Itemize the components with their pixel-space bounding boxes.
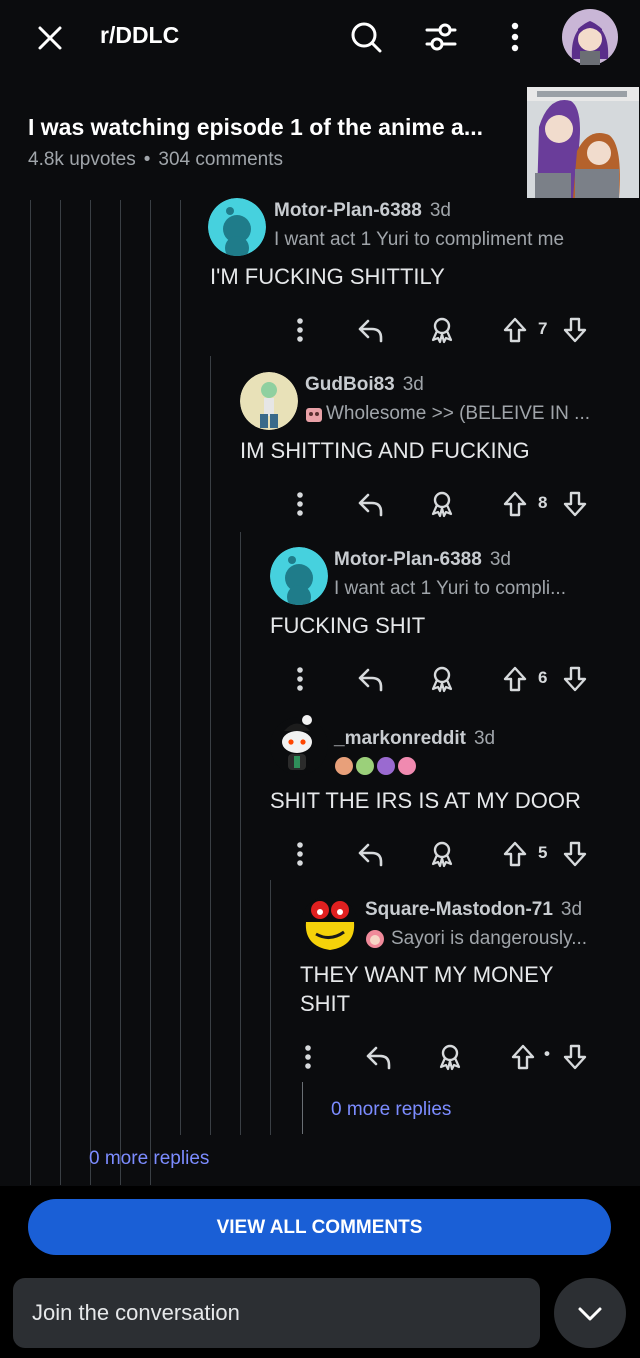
reply-icon[interactable] [356, 490, 386, 518]
post-thumbnail[interactable] [527, 87, 639, 198]
avatar[interactable] [240, 372, 298, 430]
thread-line [90, 200, 91, 1185]
award-icon[interactable] [428, 316, 456, 344]
thread-line [30, 200, 31, 1185]
vote-count: 7 [538, 319, 548, 338]
vote-count: 6 [538, 668, 548, 687]
downvote-icon[interactable] [562, 840, 588, 868]
comment-author[interactable]: Square-Mastodon-71 3d [365, 899, 582, 921]
thread-line [210, 356, 211, 1135]
vote-count: 5 [538, 843, 548, 862]
award-icon[interactable] [428, 665, 456, 693]
sliders-icon[interactable] [424, 20, 458, 54]
upvote-icon[interactable] [502, 316, 528, 344]
comment-age: 3d [489, 549, 511, 570]
avatar[interactable] [300, 896, 358, 954]
avatar[interactable] [208, 198, 266, 256]
comment-body: I'M FUCKING SHITTILY [210, 264, 445, 289]
upvote-icon[interactable] [502, 665, 528, 693]
more-options-icon[interactable] [294, 316, 306, 344]
user-flair: I want act 1 Yuri to compliment me [274, 229, 565, 250]
thread-line [270, 880, 271, 1135]
thread-line [240, 532, 241, 1135]
flair-emoji-icon [306, 408, 322, 422]
more-replies-link[interactable]: 0 more replies [89, 1148, 209, 1170]
post-meta: 4.8k upvotes • 304 comments [28, 149, 283, 171]
upvote-icon[interactable] [502, 840, 528, 868]
more-options-icon[interactable] [294, 490, 306, 518]
search-icon[interactable] [349, 20, 383, 54]
close-icon[interactable] [36, 24, 64, 52]
comment-author[interactable]: Motor-Plan-6388 3d [274, 200, 451, 222]
downvote-icon[interactable] [562, 316, 588, 344]
collapse-button[interactable] [554, 1278, 626, 1348]
thread-line [150, 200, 151, 1185]
downvote-icon[interactable] [562, 665, 588, 693]
award-icon[interactable] [428, 490, 456, 518]
vote-count: • [544, 1044, 550, 1063]
user-flair: Sayori is dangerously... [391, 928, 588, 949]
flair-emoji-icon [366, 930, 384, 948]
meta-separator: • [143, 149, 151, 170]
comment-age: 3d [429, 200, 451, 221]
comment-author[interactable]: _markonreddit 3d [334, 728, 495, 750]
more-options-icon[interactable] [294, 665, 306, 693]
user-flair: Wholesome >> (BELEIVE IN ... [326, 403, 590, 424]
vote-count: 8 [538, 493, 548, 512]
upvote-count: 4.8k upvotes [28, 149, 136, 170]
comment-body: IM SHITTING AND FUCKING [240, 438, 530, 463]
comment-age: 3d [473, 728, 496, 749]
user-flair: I want act 1 Yuri to compli... [334, 578, 566, 599]
avatar[interactable] [270, 547, 328, 605]
user-avatar[interactable] [562, 9, 618, 65]
view-all-comments-button[interactable]: VIEW ALL COMMENTS [28, 1199, 611, 1255]
thread-line [120, 200, 121, 1185]
subreddit-name[interactable]: r/DDLC [100, 22, 179, 49]
reply-icon[interactable] [364, 1043, 394, 1071]
award-icon[interactable] [436, 1043, 464, 1071]
downvote-icon[interactable] [562, 490, 588, 518]
reply-icon[interactable] [356, 840, 386, 868]
more-replies-link[interactable]: 0 more replies [331, 1099, 451, 1121]
upvote-icon[interactable] [510, 1043, 536, 1071]
more-vertical-icon[interactable] [505, 20, 525, 54]
comment-age: 3d [560, 899, 583, 920]
comment-body: SHIT THE IRS IS AT MY DOOR [270, 788, 581, 813]
thread-line [180, 200, 181, 1135]
flair-emoji-icon [335, 757, 416, 775]
comment-body: FUCKING SHIT [270, 613, 426, 638]
comment-thread [0, 200, 640, 1185]
upvote-icon[interactable] [502, 490, 528, 518]
avatar[interactable] [270, 712, 328, 776]
comment-body: THEY WANT MY MONEY SHIT [300, 962, 554, 1016]
award-icon[interactable] [428, 840, 456, 868]
thread-line [60, 200, 61, 1185]
reply-icon[interactable] [356, 316, 386, 344]
comment-age: 3d [402, 374, 424, 395]
thread-line [302, 1082, 303, 1134]
top-bar: r/DDLC [0, 0, 640, 75]
comment-author[interactable]: Motor-Plan-6388 3d [334, 549, 511, 571]
comment-count: 304 comments [158, 149, 284, 170]
post-title[interactable]: I was watching episode 1 of the anime a.… [28, 114, 483, 141]
more-options-icon[interactable] [294, 840, 306, 868]
reply-icon[interactable] [356, 665, 386, 693]
downvote-icon[interactable] [562, 1043, 588, 1071]
more-options-icon[interactable] [302, 1043, 314, 1071]
chevron-down-icon [578, 1307, 602, 1321]
comment-author[interactable]: GudBoi83 3d [305, 374, 424, 396]
comment-input[interactable]: Join the conversation [13, 1278, 540, 1348]
